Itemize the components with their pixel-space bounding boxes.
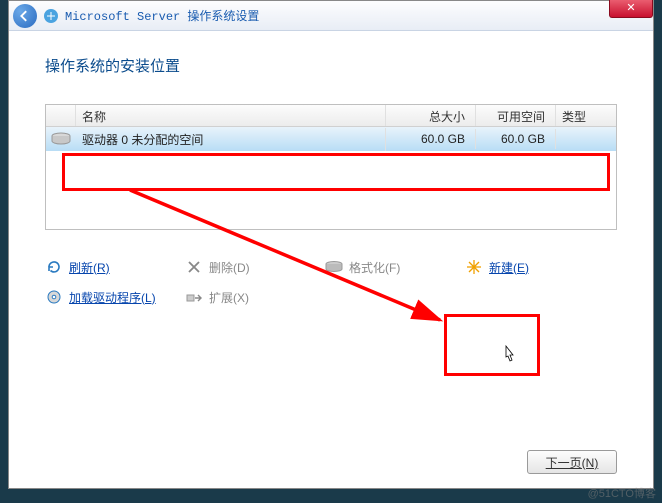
delete-link[interactable]: 删除(D) bbox=[185, 258, 325, 276]
extend-icon bbox=[185, 288, 203, 306]
row-name: 驱动器 0 未分配的空间 bbox=[76, 128, 386, 151]
title-bar: Microsoft Server 操作系统设置 bbox=[9, 1, 653, 31]
row-total: 60.0 GB bbox=[386, 129, 476, 149]
disk-table: 名称 总大小 可用空间 类型 驱动器 0 未分配的空间 60.0 GB 60.0… bbox=[45, 104, 617, 230]
col-free-header[interactable]: 可用空间 bbox=[476, 105, 556, 126]
format-icon bbox=[325, 258, 343, 276]
page-heading: 操作系统的安装位置 bbox=[45, 55, 617, 76]
refresh-label: 刷新(R) bbox=[69, 259, 110, 276]
delete-label: 删除(D) bbox=[209, 259, 250, 276]
back-button[interactable] bbox=[13, 4, 37, 28]
new-icon bbox=[465, 258, 483, 276]
format-label: 格式化(F) bbox=[349, 259, 400, 276]
new-label: 新建(E) bbox=[489, 259, 529, 276]
watermark: @51CTO博客 bbox=[588, 485, 656, 501]
table-row[interactable]: 驱动器 0 未分配的空间 60.0 GB 60.0 GB bbox=[46, 127, 616, 151]
arrow-left-icon bbox=[19, 10, 31, 22]
col-type-header[interactable]: 类型 bbox=[556, 105, 616, 126]
content-area: 操作系统的安装位置 名称 总大小 可用空间 类型 驱动器 0 未分配的空间 60… bbox=[9, 31, 653, 318]
row-type bbox=[556, 136, 616, 142]
refresh-icon bbox=[45, 258, 63, 276]
extend-link[interactable]: 扩展(X) bbox=[185, 288, 325, 306]
installer-window: ✕ Microsoft Server 操作系统设置 操作系统的安装位置 名称 总… bbox=[8, 0, 654, 489]
refresh-link[interactable]: 刷新(R) bbox=[45, 258, 185, 276]
row-free: 60.0 GB bbox=[476, 129, 556, 149]
load-driver-label: 加载驱动程序(L) bbox=[69, 289, 156, 306]
new-link[interactable]: 新建(E) bbox=[465, 258, 605, 276]
load-driver-link[interactable]: 加载驱动程序(L) bbox=[45, 288, 185, 306]
extend-label: 扩展(X) bbox=[209, 289, 249, 306]
close-button[interactable]: ✕ bbox=[609, 0, 653, 18]
app-icon bbox=[43, 8, 59, 24]
window-title: Microsoft Server 操作系统设置 bbox=[65, 7, 259, 24]
disk-icon bbox=[46, 132, 76, 146]
delete-icon bbox=[185, 258, 203, 276]
close-icon: ✕ bbox=[626, 1, 635, 14]
format-link[interactable]: 格式化(F) bbox=[325, 258, 465, 276]
actions-area: 刷新(R) 删除(D) 格式化(F) 新建(E) 加载驱动程序(L) 扩展(X) bbox=[45, 258, 617, 306]
table-empty-area[interactable] bbox=[46, 151, 616, 229]
next-button[interactable]: 下一页(N) bbox=[527, 450, 617, 474]
col-icon-header bbox=[46, 105, 76, 126]
col-name-header[interactable]: 名称 bbox=[76, 105, 386, 126]
load-driver-icon bbox=[45, 288, 63, 306]
col-total-header[interactable]: 总大小 bbox=[386, 105, 476, 126]
table-header: 名称 总大小 可用空间 类型 bbox=[46, 105, 616, 127]
